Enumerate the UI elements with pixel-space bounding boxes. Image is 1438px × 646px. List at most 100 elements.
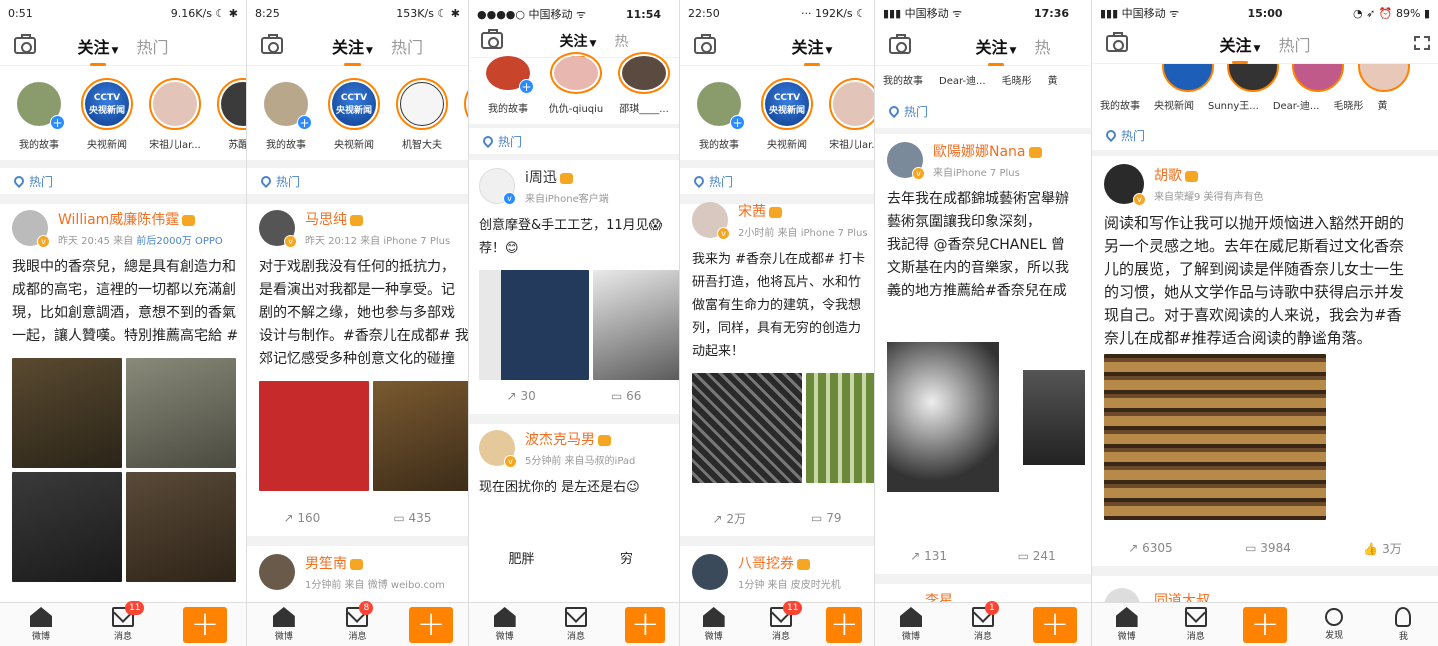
feed-post[interactable]: 男笙南 1分钟前 来自 微博 weibo.com — [247, 550, 468, 594]
tab-home[interactable]: 微博 — [262, 607, 306, 642]
camera-icon[interactable] — [889, 34, 911, 54]
story-item[interactable]: + 我的故事 — [10, 78, 68, 151]
avatar[interactable]: v — [479, 430, 517, 468]
expand-icon[interactable] — [1414, 36, 1430, 50]
compose-button[interactable]: + — [1242, 606, 1287, 643]
camera-icon[interactable] — [481, 29, 503, 49]
comment-button[interactable]: ▭ 79 — [811, 511, 841, 525]
tab-hot[interactable]: 热门 — [391, 38, 423, 57]
feed-post[interactable]: v 马思纯 昨天 20:12 来自 iPhone 7 Plus 对于戏剧我没有任… — [247, 206, 468, 491]
tab-hot[interactable]: 热 — [1034, 38, 1050, 57]
compose-button[interactable]: + — [1033, 606, 1077, 643]
camera-icon[interactable] — [261, 34, 283, 54]
hot-section-link[interactable]: 热门 — [0, 160, 246, 194]
story-item[interactable]: + 我的故事 — [479, 56, 537, 115]
post-image[interactable] — [259, 381, 369, 491]
comment-button[interactable]: ▭ 241 — [1018, 549, 1056, 563]
story-item[interactable]: Sunny王... — [1208, 97, 1259, 112]
story-item[interactable]: 宋祖儿lar... — [826, 78, 874, 151]
tab-discover[interactable]: 发现 — [1312, 608, 1356, 641]
post-author[interactable]: 八哥挖券 — [738, 556, 794, 572]
tab-messages[interactable]: 消息 — [554, 607, 598, 642]
story-item[interactable]: 苏醒Al — [214, 78, 246, 151]
tab-me[interactable]: 我 — [1381, 607, 1425, 642]
tab-home[interactable]: 微博 — [1105, 607, 1149, 642]
compose-button[interactable]: + — [826, 606, 863, 643]
tab-home[interactable]: 微博 — [19, 607, 63, 642]
post-image[interactable] — [373, 381, 468, 491]
tab-home[interactable]: 微博 — [483, 607, 527, 642]
avatar[interactable] — [1292, 64, 1344, 92]
avatar[interactable]: v — [479, 168, 516, 205]
story-item[interactable]: 央视新闻 — [1154, 97, 1194, 112]
feed-post[interactable]: v 宋茜 2小时前 来自 iPhone 7 Plus 我来为 #香奈儿在成都# … — [680, 198, 874, 483]
feed-post[interactable]: v 胡歌 来自荣耀9 美得有声有色 阅读和写作让我可以抛开烦恼进入豁然开朗的 另一… — [1092, 162, 1438, 350]
story-item[interactable]: 机智大夫 — [393, 78, 451, 151]
repost-button[interactable]: ↗ 160 — [284, 511, 321, 525]
feed-post[interactable]: v 波杰克马男 5分钟前 来自马叔的iPad 现在困扰你的 是左还是右😉 — [469, 426, 679, 499]
post-author[interactable]: 胡歌 — [1154, 168, 1182, 184]
post-image[interactable] — [1104, 354, 1326, 520]
story-item[interactable]: 宋祖儿lar... — [146, 78, 204, 151]
comment-button[interactable]: ▭ 66 — [611, 389, 641, 403]
avatar[interactable] — [1162, 64, 1214, 92]
post-author[interactable]: 男笙南 — [305, 556, 347, 572]
poll-option[interactable]: 肥胖 — [469, 548, 574, 567]
hot-section-link[interactable]: 热门 — [469, 124, 679, 154]
story-item[interactable]: Dear-迪... — [1273, 97, 1320, 112]
tab-home[interactable]: 微博 — [692, 607, 736, 642]
poll-option[interactable]: 穷 — [574, 548, 679, 567]
tab-follow[interactable]: 关注 ▼ — [1220, 32, 1260, 64]
repost-button[interactable]: ↗ 131 — [910, 549, 947, 563]
tab-messages[interactable]: 11 消息 — [101, 601, 145, 642]
tab-home[interactable]: 微博 — [889, 607, 933, 642]
tab-messages[interactable]: 8 消息 — [335, 601, 379, 642]
avatar[interactable]: v — [259, 210, 297, 248]
post-author[interactable]: 歐陽娜娜Nana — [933, 144, 1026, 160]
post-image[interactable] — [126, 358, 236, 468]
story-item[interactable]: CCTV 央视新闻 央视新闻 — [758, 78, 816, 151]
tab-follow[interactable]: 关注 ▼ — [78, 34, 118, 66]
story-item[interactable]: 黄 — [1048, 72, 1058, 87]
compose-button[interactable]: + — [183, 606, 227, 643]
post-image[interactable] — [12, 472, 122, 582]
post-image[interactable] — [593, 270, 679, 380]
hot-section-link[interactable]: 热门 — [247, 160, 468, 194]
story-item[interactable]: 我的故事 — [1100, 97, 1140, 112]
story-item[interactable]: CCTV 央视新闻 央视新闻 — [325, 78, 383, 151]
hot-section-link[interactable]: 热门 — [875, 94, 1091, 128]
post-author[interactable]: 马思纯 — [305, 212, 347, 228]
compose-button[interactable]: + — [625, 606, 666, 643]
post-image[interactable] — [887, 342, 999, 492]
tab-follow[interactable]: 关注 ▼ — [560, 31, 596, 59]
tab-messages[interactable]: 11 消息 — [759, 601, 803, 642]
story-item[interactable]: 毛晓彤 — [1333, 97, 1363, 112]
story-item[interactable]: 软 — [461, 78, 468, 151]
avatar[interactable] — [259, 554, 295, 590]
feed-post[interactable]: v i周迅 来自iPhone客户端 创意摩登&手工工艺，11月见😱 荐！😊 — [469, 164, 679, 380]
avatar[interactable] — [692, 554, 728, 590]
comment-button[interactable]: ▭ 435 — [393, 511, 431, 525]
post-image[interactable] — [806, 373, 874, 483]
repost-button[interactable]: ↗ 2万 — [713, 510, 747, 527]
story-item[interactable]: 邵琪____... — [615, 52, 673, 115]
comment-button[interactable]: ▭ 3984 — [1245, 541, 1291, 555]
post-image[interactable] — [1023, 370, 1085, 465]
post-author[interactable]: William威廉陈伟霆 — [58, 212, 179, 228]
post-image[interactable] — [12, 358, 122, 468]
story-item[interactable]: 毛晓彤 — [1002, 72, 1032, 87]
tab-messages[interactable]: 消息 — [1174, 607, 1218, 642]
avatar[interactable] — [1358, 64, 1410, 92]
avatar[interactable]: v — [692, 202, 730, 240]
feed-post[interactable]: 八哥挖券 1分钟 来自 皮皮时光机 — [680, 550, 874, 594]
story-item[interactable]: + 我的故事 — [257, 78, 315, 151]
story-item[interactable]: 我的故事 — [883, 72, 923, 87]
repost-button[interactable]: ↗ 6305 — [1128, 541, 1172, 555]
tab-hot[interactable]: 热门 — [1278, 36, 1310, 55]
tab-follow[interactable]: 关注 ▼ — [792, 34, 832, 66]
tab-messages[interactable]: 1 消息 — [961, 601, 1005, 642]
tab-follow[interactable]: 关注 ▼ — [332, 34, 373, 66]
avatar[interactable] — [1227, 64, 1279, 92]
story-item[interactable]: + 我的故事 — [690, 78, 748, 151]
compose-button[interactable]: + — [409, 606, 454, 643]
